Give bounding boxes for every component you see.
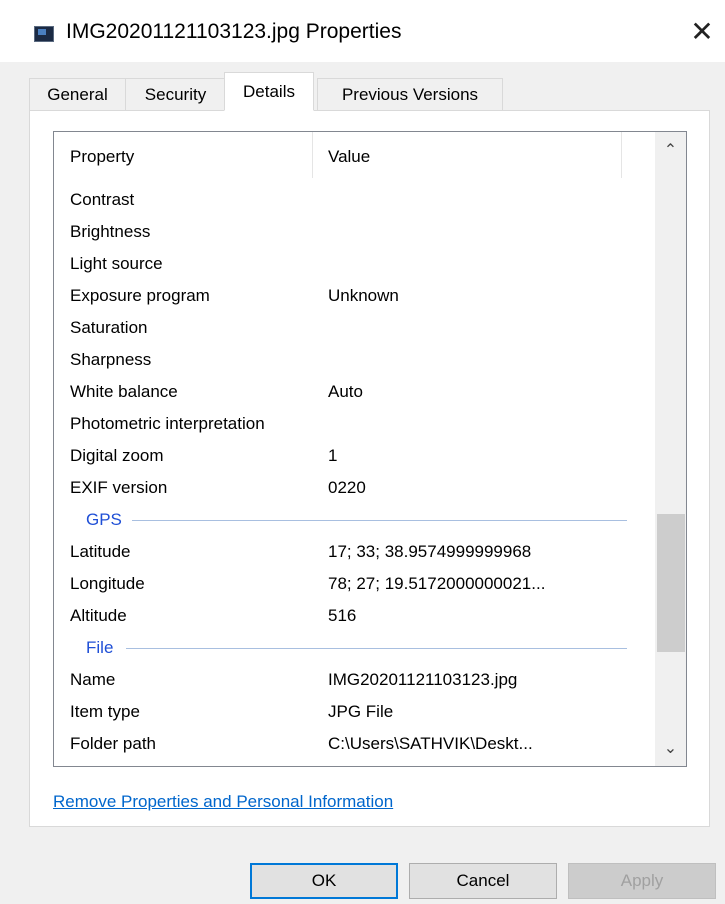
chevron-down-icon[interactable]: ⌄: [655, 732, 686, 766]
tab-security[interactable]: Security: [125, 78, 226, 110]
property-value: 17; 33; 38.9574999999968: [328, 542, 532, 561]
title-bar: IMG20201121103123.jpg Properties ✕: [0, 0, 725, 62]
group-divider: [132, 520, 627, 521]
property-name: Saturation: [70, 318, 148, 337]
details-list[interactable]: Property Value Contrast Brightness Light…: [53, 131, 687, 767]
tab-previous-versions[interactable]: Previous Versions: [317, 78, 503, 110]
property-name: Folder path: [70, 734, 156, 753]
ok-button[interactable]: OK: [250, 863, 398, 899]
group-header-gps[interactable]: GPS: [54, 504, 654, 536]
property-value: IMG20201121103123.jpg: [328, 670, 518, 689]
cancel-button[interactable]: Cancel: [409, 863, 557, 899]
property-value: C:\Users\SATHVIK\Deskt...: [328, 734, 533, 753]
window-title: IMG20201121103123.jpg Properties: [66, 20, 402, 43]
property-value: Unknown: [328, 286, 399, 305]
property-name: Sharpness: [70, 350, 152, 369]
list-item[interactable]: Longitude 78; 27; 19.5172000000021...: [54, 568, 654, 600]
list-item[interactable]: Saturation: [54, 312, 654, 344]
vertical-scrollbar[interactable]: ⌃ ⌄: [655, 132, 686, 766]
property-name: Exposure program: [70, 286, 210, 305]
property-name: EXIF version: [70, 478, 168, 497]
list-item[interactable]: Photometric interpretation: [54, 408, 654, 440]
property-name: Longitude: [70, 574, 145, 593]
list-item[interactable]: Sharpness: [54, 344, 654, 376]
list-item[interactable]: EXIF version 0220: [54, 472, 654, 504]
property-name: Latitude: [70, 542, 131, 561]
list-item[interactable]: Altitude 516: [54, 600, 654, 632]
property-name: Contrast: [70, 190, 135, 209]
property-value: Auto: [328, 382, 363, 401]
image-file-icon: [34, 26, 54, 42]
group-divider: [126, 648, 627, 649]
close-button[interactable]: ✕: [679, 10, 725, 54]
property-name: White balance: [70, 382, 178, 401]
column-header-property[interactable]: Property: [54, 132, 312, 178]
tab-general[interactable]: General: [29, 78, 126, 110]
property-name: Light source: [70, 254, 163, 273]
property-value: 516: [328, 606, 357, 625]
property-value: 0220: [328, 478, 366, 497]
list-item[interactable]: Brightness: [54, 216, 654, 248]
group-label: GPS: [86, 510, 122, 529]
list-item[interactable]: Name IMG20201121103123.jpg: [54, 664, 654, 696]
list-item[interactable]: Exposure program Unknown: [54, 280, 654, 312]
list-item[interactable]: Folder path C:\Users\SATHVIK\Deskt...: [54, 728, 654, 760]
property-name: Name: [70, 670, 116, 689]
property-name: Photometric interpretation: [70, 414, 265, 433]
list-item[interactable]: Latitude 17; 33; 38.9574999999968: [54, 536, 654, 568]
list-item[interactable]: Contrast: [54, 184, 654, 216]
list-item[interactable]: Item type JPG File: [54, 696, 654, 728]
property-name: Brightness: [70, 222, 151, 241]
remove-properties-link[interactable]: Remove Properties and Personal Informati…: [53, 792, 393, 812]
chevron-up-icon[interactable]: ⌃: [655, 134, 686, 168]
column-divider[interactable]: [621, 132, 622, 178]
apply-button[interactable]: Apply: [568, 863, 716, 899]
tab-details[interactable]: Details: [224, 72, 314, 111]
property-value: 78; 27; 19.5172000000021...: [328, 574, 546, 593]
property-name: Altitude: [70, 606, 127, 625]
property-name: Item type: [70, 702, 140, 721]
list-item[interactable]: Digital zoom 1: [54, 440, 654, 472]
column-header-value[interactable]: Value: [312, 132, 620, 178]
scrollbar-thumb[interactable]: [657, 514, 685, 652]
group-label: File: [86, 638, 114, 657]
property-value: 1: [328, 446, 338, 465]
property-value: JPG File: [328, 702, 394, 721]
list-item[interactable]: Light source: [54, 248, 654, 280]
group-header-file[interactable]: File: [54, 632, 654, 664]
property-name: Digital zoom: [70, 446, 164, 465]
list-item[interactable]: White balance Auto: [54, 376, 654, 408]
